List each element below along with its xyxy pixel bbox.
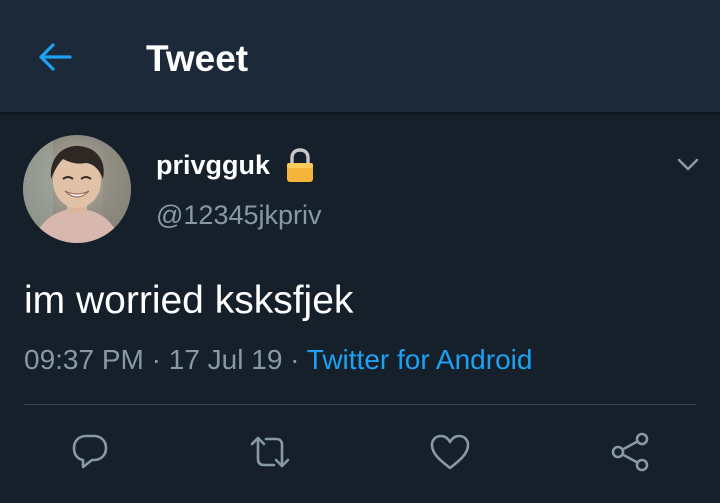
heart-icon [430,434,470,470]
share-icon [611,432,649,472]
avatar[interactable] [23,135,131,243]
tweet-detail-screen: Tweet privgguk @12345jkpriv im worried k… [0,0,720,503]
avatar-photo [23,135,131,243]
reply-button[interactable] [66,428,114,476]
tweet-menu-button[interactable] [672,150,704,180]
tweet-text: im worried ksksfjek [24,279,354,322]
top-app-bar: Tweet [0,0,720,112]
tweet-meta: 09:37 PM · 17 Jul 19 · Twitter for Andro… [24,342,532,378]
share-button[interactable] [606,428,654,476]
retweet-button[interactable] [246,428,294,476]
lock-icon [284,148,316,184]
arrow-left-icon [39,43,72,71]
meta-separator: · [151,344,161,375]
tweet-time: 09:37 PM [24,344,144,375]
display-name[interactable]: privgguk [156,148,270,182]
user-handle[interactable]: @12345jkpriv [156,198,322,232]
divider [24,404,696,405]
meta-separator: · [290,344,300,375]
tweet-source-link[interactable]: Twitter for Android [307,344,533,375]
tweet-date: 17 Jul 19 [168,344,283,375]
like-button[interactable] [426,428,474,476]
chevron-down-icon [677,158,699,171]
retweet-icon [250,436,290,468]
page-title: Tweet [146,38,249,79]
reply-icon [72,434,108,469]
back-button[interactable] [30,34,80,80]
